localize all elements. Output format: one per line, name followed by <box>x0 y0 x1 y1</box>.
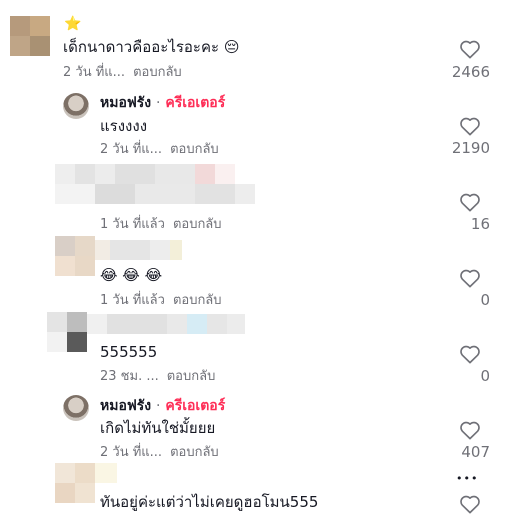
like-count: 2190 <box>451 139 490 157</box>
heart-outline-icon[interactable] <box>459 116 481 136</box>
comment-text: แรงงงง <box>100 117 148 135</box>
comment-time: 2 วัน ที่แ... <box>100 445 163 460</box>
creator-avatar[interactable] <box>63 93 89 119</box>
comment-meta: 2 วัน ที่แ... ตอบกลับ <box>63 64 182 82</box>
heart-outline-icon[interactable] <box>459 39 481 59</box>
creator-badge: ครีเอเตอร์ <box>165 398 226 414</box>
like-count: 0 <box>480 291 490 309</box>
reply-button[interactable]: ตอบกลับ <box>173 293 222 308</box>
avatar[interactable] <box>55 236 95 276</box>
reply-button[interactable]: ตอบกลับ <box>170 445 219 460</box>
pixelated-username <box>95 463 117 483</box>
avatar[interactable] <box>55 463 95 503</box>
comment-time: 1 วัน ที่แล้ว <box>100 217 165 232</box>
comment-text: เกิดไม่ทันใช่มั้ยยย <box>100 419 216 437</box>
reply-button[interactable]: ตอบกลับ <box>173 217 222 232</box>
separator-dot: · <box>156 95 161 111</box>
comment-time: 2 วัน ที่แ... <box>100 142 163 157</box>
comment-author: หมอฟรัง · ครีเอเตอร์ <box>100 94 225 112</box>
author-name[interactable]: หมอฟรัง <box>100 398 151 414</box>
heart-outline-icon[interactable] <box>459 192 481 212</box>
heart-outline-icon[interactable] <box>459 344 481 364</box>
comment-time: 1 วัน ที่แล้ว <box>100 293 165 308</box>
creator-avatar[interactable] <box>63 395 89 421</box>
avatar[interactable] <box>47 312 87 352</box>
separator-dot: · <box>156 398 161 414</box>
author-name[interactable]: หมอฟรัง <box>100 95 151 111</box>
reply-button[interactable]: ตอบกลับ <box>167 369 216 384</box>
heart-outline-icon[interactable] <box>459 494 481 514</box>
like-count: 0 <box>480 367 490 385</box>
comment-text: 555555 <box>100 343 158 361</box>
comment-text: ทันอยู่ค่ะแต่ว่าไม่เคยดูฮอโมน555 <box>100 493 319 511</box>
like-count: 2466 <box>451 63 490 81</box>
comment-text: 😂 😂 😂 <box>100 266 163 284</box>
comment-meta: 1 วัน ที่แล้ว ตอบกลับ <box>100 216 222 234</box>
comment-time: 2 วัน ที่แ... <box>63 65 126 80</box>
more-dots-icon[interactable]: ••• <box>456 472 478 486</box>
comment-meta: 2 วัน ที่แ... ตอบกลับ <box>100 141 219 159</box>
heart-outline-icon[interactable] <box>459 420 481 440</box>
star-badge-icon: ⭐ <box>64 16 82 32</box>
avatar[interactable] <box>10 16 50 56</box>
comment-meta: 2 วัน ที่แ... ตอบกลับ <box>100 444 219 462</box>
like-count: 407 <box>461 443 490 461</box>
creator-badge: ครีเอเตอร์ <box>165 95 226 111</box>
reply-button[interactable]: ตอบกลับ <box>133 65 182 80</box>
comment-text: เด็กนาดาวคืออะไรอะคะ 😔 <box>63 38 240 56</box>
like-count: 16 <box>470 215 490 233</box>
heart-outline-icon[interactable] <box>459 268 481 288</box>
comment-author: หมอฟรัง · ครีเอเตอร์ <box>100 397 225 415</box>
comment-meta: 1 วัน ที่แล้ว ตอบกลับ <box>100 292 222 310</box>
comment-time: 23 ชม. ... <box>100 369 159 384</box>
reply-button[interactable]: ตอบกลับ <box>170 142 219 157</box>
comment-meta: 23 ชม. ... ตอบกลับ <box>100 368 215 386</box>
